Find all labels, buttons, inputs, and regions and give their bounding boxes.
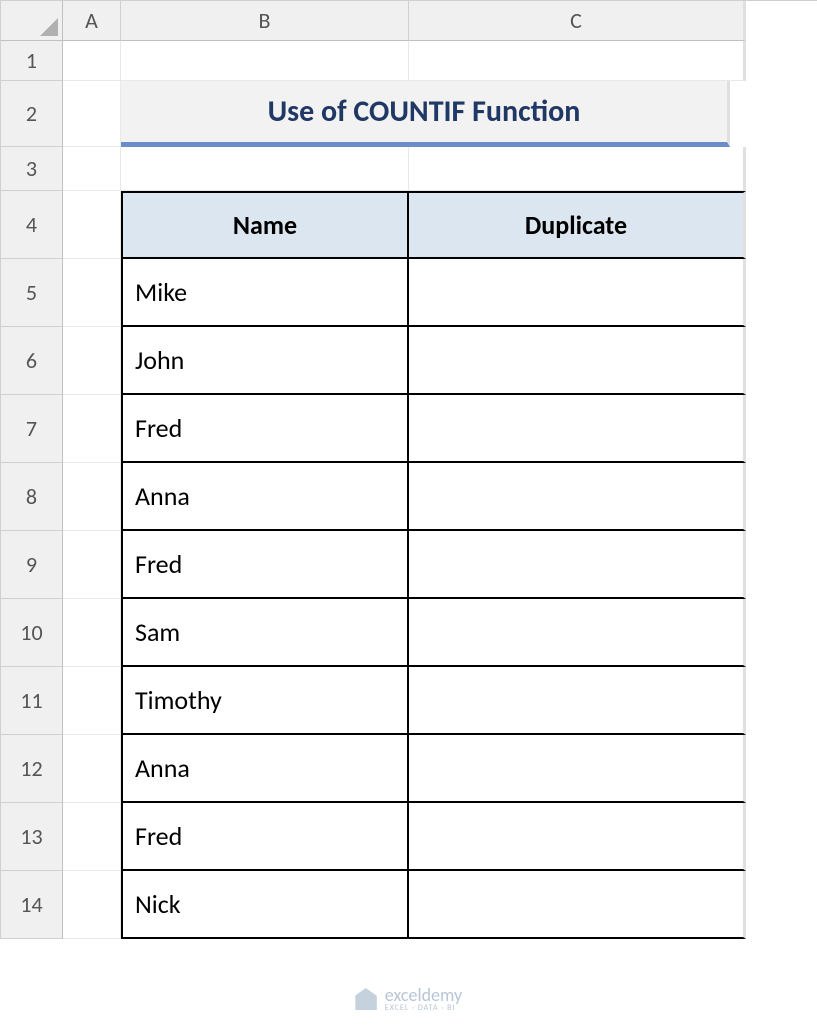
- row-header-7[interactable]: 7: [1, 395, 63, 463]
- row-header-8[interactable]: 8: [1, 463, 63, 531]
- table-row[interactable]: [409, 531, 746, 599]
- cell-A5[interactable]: [63, 259, 121, 327]
- table-row[interactable]: Nick: [121, 871, 409, 939]
- table-row[interactable]: Mike: [121, 259, 409, 327]
- cell-C1[interactable]: [409, 41, 746, 81]
- col-header-A[interactable]: A: [63, 1, 121, 41]
- cell-A13[interactable]: [63, 803, 121, 871]
- cell-A14[interactable]: [63, 871, 121, 939]
- row-header-5[interactable]: 5: [1, 259, 63, 327]
- table-row[interactable]: [409, 667, 746, 735]
- row-header-2[interactable]: 2: [1, 81, 63, 147]
- col-header-B[interactable]: B: [121, 1, 409, 41]
- table-row[interactable]: Fred: [121, 803, 409, 871]
- col-header-C[interactable]: C: [409, 1, 746, 41]
- cell-B1[interactable]: [121, 41, 409, 81]
- cell-A7[interactable]: [63, 395, 121, 463]
- cell-A8[interactable]: [63, 463, 121, 531]
- cell-B3[interactable]: [121, 147, 409, 191]
- table-row[interactable]: Fred: [121, 531, 409, 599]
- cell-A9[interactable]: [63, 531, 121, 599]
- row-header-11[interactable]: 11: [1, 667, 63, 735]
- table-row[interactable]: [409, 327, 746, 395]
- cell-A3[interactable]: [63, 147, 121, 191]
- row-header-14[interactable]: 14: [1, 871, 63, 939]
- watermark: exceldemy EXCEL · DATA · BI: [355, 986, 462, 1012]
- watermark-icon: [355, 988, 377, 1010]
- cell-A6[interactable]: [63, 327, 121, 395]
- table-row[interactable]: Sam: [121, 599, 409, 667]
- table-row[interactable]: [409, 259, 746, 327]
- row-header-9[interactable]: 9: [1, 531, 63, 599]
- table-row[interactable]: Anna: [121, 735, 409, 803]
- cell-C3[interactable]: [409, 147, 746, 191]
- watermark-brand: exceldemy: [385, 986, 462, 1004]
- page-title: Use of COUNTIF Function: [121, 81, 730, 147]
- select-all-corner[interactable]: [1, 1, 63, 41]
- table-header-name[interactable]: Name: [121, 191, 409, 259]
- row-header-12[interactable]: 12: [1, 735, 63, 803]
- row-header-6[interactable]: 6: [1, 327, 63, 395]
- cell-A1[interactable]: [63, 41, 121, 81]
- table-row[interactable]: Anna: [121, 463, 409, 531]
- row-header-1[interactable]: 1: [1, 41, 63, 81]
- cell-A2[interactable]: [63, 81, 121, 147]
- row-header-13[interactable]: 13: [1, 803, 63, 871]
- table-header-duplicate[interactable]: Duplicate: [409, 191, 746, 259]
- row-header-10[interactable]: 10: [1, 599, 63, 667]
- table-row[interactable]: [409, 871, 746, 939]
- cell-A11[interactable]: [63, 667, 121, 735]
- table-row[interactable]: [409, 803, 746, 871]
- row-header-4[interactable]: 4: [1, 191, 63, 259]
- table-row[interactable]: [409, 735, 746, 803]
- table-row[interactable]: John: [121, 327, 409, 395]
- cell-A4[interactable]: [63, 191, 121, 259]
- cell-A12[interactable]: [63, 735, 121, 803]
- table-row[interactable]: Fred: [121, 395, 409, 463]
- row-header-3[interactable]: 3: [1, 147, 63, 191]
- table-row[interactable]: [409, 463, 746, 531]
- table-row[interactable]: Timothy: [121, 667, 409, 735]
- watermark-tagline: EXCEL · DATA · BI: [385, 1004, 462, 1012]
- table-row[interactable]: [409, 599, 746, 667]
- spreadsheet-grid: A B C 1 2 Use of COUNTIF Function 3 4 Na…: [0, 0, 817, 939]
- table-row[interactable]: [409, 395, 746, 463]
- cell-A10[interactable]: [63, 599, 121, 667]
